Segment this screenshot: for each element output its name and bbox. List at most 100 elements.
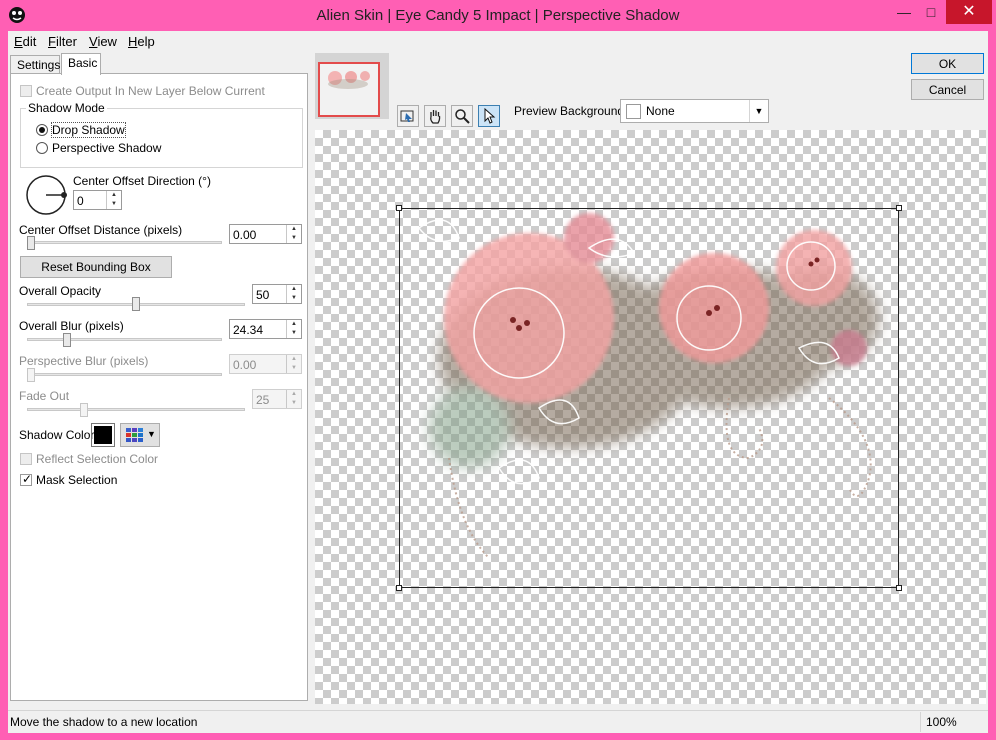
- palette-icon: [126, 428, 143, 442]
- spin-up-icon[interactable]: ▲: [287, 355, 301, 364]
- center-offset-direction-label: Center Offset Direction (°): [73, 174, 211, 188]
- spinner-arrows[interactable]: ▲ ▼: [106, 191, 121, 209]
- overall-opacity-value: 50: [256, 288, 270, 302]
- menu-help[interactable]: Help: [128, 34, 155, 49]
- reset-bounding-box-button[interactable]: Reset Bounding Box: [20, 256, 172, 278]
- spin-down-icon[interactable]: ▼: [107, 200, 121, 209]
- perspective-blur-track[interactable]: [27, 373, 222, 376]
- menu-bar: Edit Filter View Help: [8, 31, 988, 51]
- spin-down-icon[interactable]: ▼: [287, 364, 301, 373]
- drop-shadow-radio[interactable]: [36, 124, 48, 136]
- create-output-label: Create Output In New Layer Below Current: [36, 84, 265, 98]
- checkmark-icon: ✓: [22, 472, 33, 486]
- center-offset-distance-slider[interactable]: [27, 236, 35, 250]
- center-offset-distance-input[interactable]: 0.00 ▲ ▼: [229, 224, 302, 244]
- bbox-handle-bottom-right[interactable]: [896, 585, 902, 591]
- chevron-down-icon: ▼: [147, 429, 156, 439]
- perspective-blur-label: Perspective Blur (pixels): [19, 354, 149, 368]
- status-bar: Move the shadow to a new location 100%: [8, 710, 988, 733]
- menu-view[interactable]: View: [89, 34, 117, 49]
- basic-panel: Create Output In New Layer Below Current…: [10, 73, 308, 701]
- overall-blur-value: 24.34: [233, 323, 264, 337]
- fade-out-input[interactable]: 25 ▲ ▼: [252, 389, 302, 409]
- center-offset-direction-input[interactable]: 0 ▲ ▼: [73, 190, 122, 210]
- fade-out-value: 25: [256, 393, 270, 407]
- spin-up-icon[interactable]: ▲: [287, 390, 301, 399]
- perspective-shadow-radio[interactable]: [36, 142, 48, 154]
- client-area: Edit Filter View Help Settings Basic Cre…: [8, 31, 988, 733]
- zoom-tool-button[interactable]: [451, 105, 473, 127]
- zoom-value: 100%: [926, 715, 957, 729]
- mask-selection-checkbox[interactable]: ✓: [20, 472, 33, 486]
- navigate-icon: [400, 110, 414, 122]
- reflect-selection-checkbox[interactable]: [20, 453, 32, 465]
- background-swatch: [626, 104, 641, 119]
- mask-selection-label: Mask Selection: [36, 473, 118, 487]
- tab-settings[interactable]: Settings: [10, 55, 60, 73]
- perspective-blur-input[interactable]: 0.00 ▲ ▼: [229, 354, 302, 374]
- menu-edit[interactable]: Edit: [14, 34, 36, 49]
- spin-down-icon[interactable]: ▼: [287, 234, 301, 243]
- center-offset-distance-value: 0.00: [233, 228, 257, 242]
- color-picker-button[interactable]: ▼: [120, 423, 160, 447]
- pointer-tool-button[interactable]: [478, 105, 500, 127]
- spin-down-icon[interactable]: ▼: [287, 329, 301, 338]
- title-bar[interactable]: Alien Skin | Eye Candy 5 Impact | Perspe…: [0, 0, 996, 31]
- direction-dial-icon[interactable]: [25, 174, 69, 218]
- shadow-color-label: Shadow Color: [19, 428, 95, 442]
- spin-up-icon[interactable]: ▲: [287, 225, 301, 234]
- spinner-arrows[interactable]: ▲ ▼: [286, 390, 301, 408]
- navigate-tool-button[interactable]: [397, 105, 419, 127]
- preview-canvas[interactable]: [315, 130, 986, 704]
- hand-tool-button[interactable]: [424, 105, 446, 127]
- spin-down-icon[interactable]: ▼: [287, 294, 301, 303]
- perspective-blur-value: 0.00: [233, 358, 257, 372]
- drop-shadow-label[interactable]: Drop Shadow: [51, 122, 126, 138]
- spinner-arrows[interactable]: ▲ ▼: [286, 285, 301, 303]
- center-offset-distance-track[interactable]: [27, 241, 222, 244]
- fade-out-track[interactable]: [27, 408, 245, 411]
- overall-opacity-label: Overall Opacity: [19, 284, 102, 298]
- ok-button[interactable]: OK: [911, 53, 984, 74]
- spin-down-icon[interactable]: ▼: [287, 399, 301, 408]
- overall-blur-input[interactable]: 24.34 ▲ ▼: [229, 319, 302, 339]
- shadow-color-swatch[interactable]: [91, 423, 115, 447]
- overall-opacity-input[interactable]: 50 ▲ ▼: [252, 284, 302, 304]
- spin-up-icon[interactable]: ▲: [287, 320, 301, 329]
- center-offset-distance-label: Center Offset Distance (pixels): [19, 223, 183, 237]
- spin-up-icon[interactable]: ▲: [287, 285, 301, 294]
- window-title: Alien Skin | Eye Candy 5 Impact | Perspe…: [316, 7, 680, 24]
- chevron-down-icon[interactable]: ▼: [749, 100, 768, 122]
- cancel-button[interactable]: Cancel: [911, 79, 984, 100]
- preview-background-select[interactable]: None ▼: [620, 99, 769, 123]
- spinner-arrows[interactable]: ▲ ▼: [286, 225, 301, 243]
- preview-background-label: Preview Background:: [514, 104, 628, 118]
- hand-icon: [430, 110, 441, 124]
- overall-blur-slider[interactable]: [62, 333, 71, 347]
- close-button[interactable]: ✕: [946, 0, 992, 24]
- overall-blur-track[interactable]: [27, 338, 222, 341]
- perspective-shadow-label[interactable]: Perspective Shadow: [52, 141, 161, 155]
- perspective-blur-slider[interactable]: [27, 368, 35, 382]
- create-output-checkbox[interactable]: [20, 85, 32, 97]
- overall-opacity-slider[interactable]: [132, 297, 140, 311]
- spinner-arrows[interactable]: ▲ ▼: [286, 320, 301, 338]
- navigator-thumbnail[interactable]: [318, 62, 380, 117]
- bounding-box[interactable]: [399, 208, 899, 588]
- magnifier-icon: [455, 109, 470, 124]
- spinner-arrows[interactable]: ▲ ▼: [286, 355, 301, 373]
- fade-out-slider[interactable]: [79, 403, 88, 417]
- fade-out-label: Fade Out: [19, 389, 70, 403]
- shadow-mode-group: [20, 108, 303, 168]
- app-window: Alien Skin | Eye Candy 5 Impact | Perspe…: [0, 0, 996, 740]
- maximize-button[interactable]: □: [916, 0, 946, 24]
- bbox-handle-top-right[interactable]: [896, 205, 902, 211]
- tab-basic[interactable]: Basic: [61, 53, 101, 75]
- spin-up-icon[interactable]: ▲: [107, 191, 121, 200]
- preview-background-value: None: [646, 104, 675, 118]
- bbox-handle-bottom-left[interactable]: [396, 585, 402, 591]
- menu-filter[interactable]: Filter: [48, 34, 77, 49]
- status-message: Move the shadow to a new location: [10, 715, 198, 729]
- pointer-icon: [484, 108, 496, 124]
- bbox-handle-top-left[interactable]: [396, 205, 402, 211]
